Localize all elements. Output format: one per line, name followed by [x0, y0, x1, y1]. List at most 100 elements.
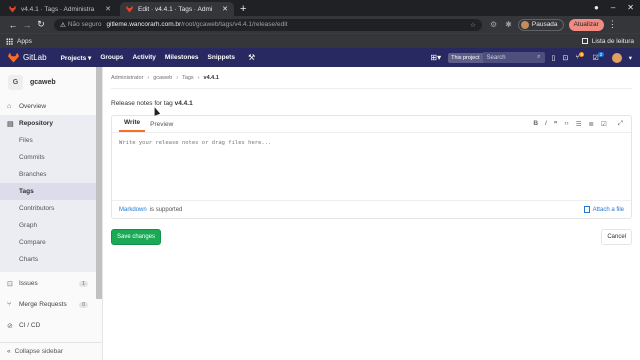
- collapse-sidebar-button[interactable]: « Collapse sidebar: [0, 342, 102, 360]
- nav-snippets[interactable]: Snippets: [208, 54, 235, 61]
- breadcrumb-administrator[interactable]: Administrator: [111, 75, 143, 81]
- task-list-icon[interactable]: ☑: [601, 120, 607, 128]
- numbered-list-icon[interactable]: ≣: [589, 120, 594, 128]
- editor-toolbar: B I ❞ ‹› ☰ ≣ ☑ ⤢: [533, 120, 623, 128]
- sidebar-subitem-branches[interactable]: Branches: [0, 166, 102, 183]
- nav-milestones[interactable]: Milestones: [165, 54, 199, 61]
- project-header[interactable]: G gcaweb: [0, 67, 102, 98]
- nav-projects[interactable]: Projects ▾: [61, 54, 92, 62]
- nav-groups[interactable]: Groups: [100, 54, 123, 61]
- fullscreen-icon[interactable]: ⤢: [618, 120, 623, 128]
- kebab-menu-icon[interactable]: ⋮: [608, 19, 617, 30]
- repository-section: ▤ Repository Files Commits Branches Tags…: [0, 115, 102, 272]
- breadcrumb-current[interactable]: v4.4.1: [204, 75, 219, 81]
- puzzle-icon[interactable]: ✱: [505, 20, 512, 29]
- sidebar-item-overview[interactable]: ⌂ Overview: [0, 98, 102, 115]
- markdown-link[interactable]: Markdown: [119, 207, 147, 213]
- breadcrumb-separator: ›: [197, 74, 200, 81]
- profile-button[interactable]: Pausada: [517, 18, 564, 31]
- bullet-list-icon[interactable]: ☰: [576, 120, 582, 128]
- forward-icon[interactable]: →: [20, 20, 34, 30]
- close-window-icon[interactable]: ✕: [627, 3, 634, 12]
- sidebar-item-issues[interactable]: ⊡ Issues 1: [0, 275, 102, 292]
- warning-icon[interactable]: ⚠: [60, 21, 66, 29]
- breadcrumb-project[interactable]: gcaweb: [153, 75, 172, 81]
- sidebar-item-merge-requests[interactable]: ⑂ Merge Requests 0: [0, 296, 102, 313]
- form-actions: Save changes Cancel: [111, 229, 632, 245]
- sidebar-item-cicd[interactable]: ⊘ CI / CD: [0, 317, 102, 334]
- sidebar-subitem-tags[interactable]: Tags: [0, 183, 102, 200]
- close-tab-icon[interactable]: ✕: [222, 5, 228, 13]
- gitlab-favicon-icon: [9, 5, 16, 13]
- apps-link[interactable]: Apps: [17, 38, 32, 45]
- sidebar-item-label: Issues: [19, 280, 38, 287]
- search-icon: ⌕: [537, 54, 541, 60]
- bold-icon[interactable]: B: [533, 120, 538, 128]
- collapse-sidebar-label: Collapse sidebar: [14, 348, 64, 355]
- project-sidebar: G gcaweb ⌂ Overview ▤ Repository Files C…: [0, 67, 103, 360]
- merge-request-icon[interactable]: ⑂ 6: [575, 52, 585, 61]
- issues-icon: ⊡: [7, 280, 13, 288]
- release-notes-textarea[interactable]: [112, 133, 631, 197]
- sidebar-subitem-files[interactable]: Files: [0, 132, 102, 149]
- admin-wrench-icon[interactable]: ⚒: [248, 53, 255, 62]
- merge-request-icon: ⑂: [7, 301, 12, 308]
- extension-icon[interactable]: ⚙: [490, 20, 497, 29]
- new-dropdown-icon[interactable]: ⊞▾: [430, 53, 441, 62]
- save-changes-button[interactable]: Save changes: [111, 229, 162, 245]
- issues-icon[interactable]: ⊡: [562, 54, 568, 62]
- code-icon[interactable]: ‹›: [564, 120, 568, 128]
- user-avatar[interactable]: [611, 52, 622, 63]
- sidebar-item-repository[interactable]: ▤ Repository: [0, 115, 102, 132]
- record-icon[interactable]: ●: [594, 3, 599, 12]
- book-icon: ▤: [7, 120, 14, 128]
- nav-activity[interactable]: Activity: [132, 54, 155, 61]
- apps-grid-icon[interactable]: [6, 37, 13, 45]
- bookmark-star-icon[interactable]: ☆: [470, 21, 476, 29]
- search-scope-badge: This project: [448, 52, 483, 63]
- url-field[interactable]: ⚠ Não seguro gitleme.wancorarh.com.br /r…: [54, 18, 482, 31]
- url-host: gitleme.wancorarh.com.br: [106, 21, 182, 28]
- cancel-button[interactable]: Cancel: [601, 229, 632, 245]
- new-tab-icon[interactable]: +: [240, 2, 246, 16]
- browser-tab-title: v4.4.1 · Tags · Administra: [21, 5, 95, 13]
- url-path: /root/gcaweb/tags/v4.4.1/release/edit: [181, 21, 288, 28]
- gitlab-logo-icon[interactable]: [8, 52, 19, 63]
- browser-tab-title: Edit · v4.4.1 · Tags · Admi: [138, 5, 213, 13]
- update-button[interactable]: Atualizar: [568, 18, 604, 31]
- security-label: Não seguro: [67, 21, 102, 28]
- browser-tab-active[interactable]: Edit · v4.4.1 · Tags · Admi ✕: [120, 2, 234, 16]
- todo-count-badge: 2: [598, 51, 604, 57]
- tab-preview[interactable]: Preview: [145, 121, 178, 132]
- tab-write[interactable]: Write: [119, 119, 146, 132]
- sidebar-subitem-graph[interactable]: Graph: [0, 217, 102, 234]
- minimize-icon[interactable]: –: [611, 3, 615, 12]
- sidebar-toggle-icon[interactable]: ▯: [552, 54, 556, 62]
- sidebar-subitem-compare[interactable]: Compare: [0, 234, 102, 251]
- issues-count-badge: 1: [79, 280, 88, 287]
- search-input[interactable]: Search ⌕: [482, 52, 545, 63]
- reading-list-icon: [581, 38, 588, 44]
- sidebar-subitem-contributors[interactable]: Contributors: [0, 200, 102, 217]
- sidebar-scrollbar[interactable]: [96, 67, 102, 299]
- quote-icon[interactable]: ❞: [554, 120, 558, 128]
- breadcrumb: Administrator › gcaweb › Tags › v4.4.1: [111, 67, 632, 89]
- browser-tab[interactable]: v4.4.1 · Tags · Administra ✕: [3, 2, 117, 16]
- breadcrumb-tags[interactable]: Tags: [182, 75, 194, 81]
- sidebar-subitem-charts[interactable]: Charts: [0, 251, 102, 268]
- close-tab-icon[interactable]: ✕: [105, 5, 111, 13]
- back-icon[interactable]: ←: [6, 20, 20, 30]
- italic-icon[interactable]: I: [545, 120, 547, 128]
- todo-icon[interactable]: ☑ 2: [592, 51, 604, 62]
- attach-file-button[interactable]: Attach a file: [583, 206, 624, 213]
- markdown-supported-text: is supported: [149, 206, 183, 213]
- chevron-down-icon[interactable]: ▾: [629, 54, 632, 62]
- gitlab-brand[interactable]: GitLab: [23, 53, 47, 62]
- reading-list-button[interactable]: Lista de leitura: [581, 38, 634, 45]
- reload-icon[interactable]: ↻: [34, 19, 48, 30]
- search-placeholder: Search: [486, 54, 506, 61]
- sidebar-item-label: Merge Requests: [19, 301, 67, 308]
- project-avatar: G: [8, 75, 23, 90]
- sidebar-subitem-commits[interactable]: Commits: [0, 149, 102, 166]
- project-name: gcaweb: [30, 79, 56, 86]
